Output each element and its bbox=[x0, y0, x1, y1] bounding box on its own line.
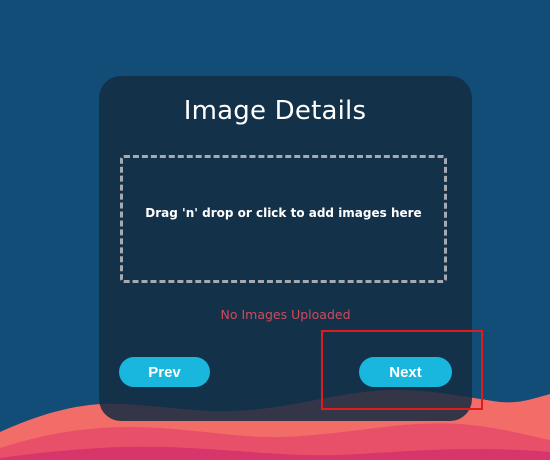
image-dropzone[interactable]: Drag 'n' drop or click to add images her… bbox=[120, 155, 447, 283]
prev-button[interactable]: Prev bbox=[119, 357, 210, 387]
next-button[interactable]: Next bbox=[359, 357, 452, 387]
dropzone-label: Drag 'n' drop or click to add images her… bbox=[145, 206, 422, 220]
page-title: Image Details bbox=[183, 96, 367, 126]
upload-status-text: No Images Uploaded bbox=[220, 307, 351, 322]
